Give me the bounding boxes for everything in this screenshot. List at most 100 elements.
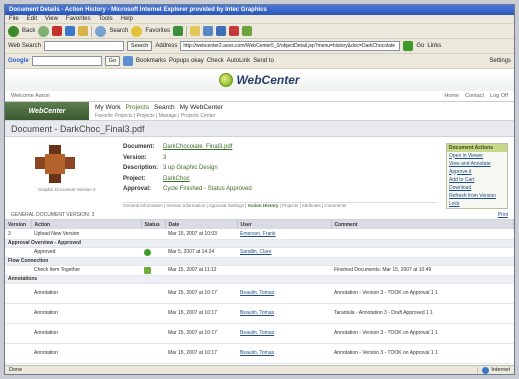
menu-tools[interactable]: Tools [99, 16, 113, 22]
user-link[interactable]: Beaulin, Tomas [240, 330, 274, 336]
history-caption: GENERAL DOCUMENT VERSION: 3 [11, 211, 95, 218]
user-link[interactable]: Beaulin, Tomas [240, 310, 274, 316]
breadcrumb[interactable]: Favorite Projects | Projects | Manage | … [95, 113, 508, 119]
standard-toolbar: Back Search Favorites [5, 24, 514, 39]
action-lock[interactable]: Lock [447, 200, 507, 208]
action-add-to-cart[interactable]: Add to Cart [447, 176, 507, 184]
links-label[interactable]: Links [427, 43, 441, 49]
action-view-annotate[interactable]: View and Annotate [447, 160, 507, 168]
menu-view[interactable]: View [45, 16, 58, 22]
status-text: Done [9, 367, 23, 373]
nav-projects[interactable]: Projects [126, 104, 149, 111]
google-search-button[interactable]: Go [104, 56, 121, 66]
back-icon[interactable] [8, 25, 19, 37]
prop-approval: Approval: Cycle Finished - Status Approve… [123, 186, 252, 193]
back-label[interactable]: Back [22, 28, 35, 34]
research-icon[interactable] [242, 26, 253, 36]
settings-button[interactable]: Settings [489, 58, 511, 64]
sendto-button[interactable]: Send to [253, 58, 274, 64]
menu-file[interactable]: File [9, 16, 19, 22]
go-label[interactable]: Go [416, 43, 424, 49]
history-print-link[interactable]: Print [498, 212, 508, 218]
contact-link[interactable]: Contact [465, 93, 484, 99]
user-link[interactable]: Beaulin, Tomas [240, 350, 274, 356]
logoff-link[interactable]: Log Off [490, 93, 508, 99]
action-refresh-version[interactable]: Refresh from Version [447, 192, 507, 200]
tab-general[interactable]: General Information [123, 203, 163, 208]
menu-help[interactable]: Help [121, 16, 133, 22]
menu-bar: File Edit View Favorites Tools Help [5, 15, 514, 24]
mail-icon[interactable] [190, 26, 201, 36]
app-navigation: WebCenter My Work Projects Search My Web… [5, 101, 514, 120]
nav-my-webcenter[interactable]: My WebCenter [180, 104, 223, 111]
refresh-icon[interactable] [65, 26, 76, 36]
user-link[interactable]: Emerson, Frank [240, 231, 276, 237]
favorites-star-icon[interactable] [131, 25, 143, 37]
google-search-input[interactable] [31, 56, 102, 66]
col-action[interactable]: Action [31, 220, 142, 229]
stop-icon[interactable] [52, 26, 63, 36]
webcenter-logo-icon [219, 73, 234, 87]
toolbar-separator [91, 25, 93, 37]
home-icon[interactable] [78, 26, 89, 36]
document-actions-panel: Document Actions Open in Viewer View and… [446, 143, 508, 209]
web-search-input[interactable] [43, 41, 124, 51]
document-properties: Document: DarkChocolate_Final3.pdf Versio… [123, 142, 313, 195]
app-tab[interactable]: WebCenter [5, 102, 89, 120]
bookmarks-button[interactable]: Bookmarks [136, 58, 166, 64]
search-label[interactable]: Search [109, 28, 128, 34]
tab-attributes[interactable]: Attributes [302, 203, 321, 208]
home-link[interactable]: Home [444, 93, 459, 99]
address-toolbar: Web Search Search Address http://webcent… [5, 39, 514, 54]
forward-icon[interactable] [38, 25, 50, 37]
table-group-row: Flow Connection [5, 257, 514, 266]
print-icon[interactable] [203, 26, 214, 36]
tab-version[interactable]: Version Information [166, 203, 205, 208]
action-download[interactable]: Download [447, 184, 507, 192]
actions-header: Document Actions [447, 144, 507, 152]
autolink-button[interactable]: AutoLink [227, 58, 250, 64]
favorites-label[interactable]: Favorites [145, 28, 170, 34]
google-options-icon[interactable] [123, 56, 134, 66]
history-icon[interactable] [173, 26, 184, 36]
table-row: Check Item Together Mar 15, 2007 at 11:1… [5, 265, 514, 276]
tab-projects[interactable]: Projects [282, 203, 298, 208]
messenger-icon[interactable] [229, 26, 240, 36]
document-thumbnail[interactable] [35, 145, 75, 183]
menu-favorites[interactable]: Favorites [66, 16, 91, 22]
security-zone: Internet [491, 367, 510, 373]
prop-version: Version: 3 [123, 154, 167, 161]
nav-search[interactable]: Search [154, 104, 175, 111]
go-icon[interactable] [403, 41, 414, 51]
action-history-table: Version Action Status Date User Comment … [5, 220, 514, 364]
nav-my-work[interactable]: My Work [95, 104, 121, 111]
web-search-label: Web Search [8, 43, 41, 49]
table-row: Annotation Mar 15, 2007 at 10:17 Beaulin… [5, 323, 514, 344]
action-approve[interactable]: Approve it [447, 168, 507, 176]
col-status[interactable]: Status [141, 220, 166, 229]
action-open-viewer[interactable]: Open in Viewer [447, 152, 507, 160]
web-search-button[interactable]: Search [126, 41, 153, 51]
address-field[interactable]: http://webcenter2.aces.com/WebCenter5_0/… [180, 41, 401, 51]
tab-approval[interactable]: Approval Settings [209, 203, 244, 208]
document-detail: Graphic Document Version 3 Document: Dark… [5, 137, 514, 210]
status-bar: Done Internet [5, 365, 514, 374]
popups-button[interactable]: Popups okay [169, 58, 204, 64]
col-user[interactable]: User [237, 220, 332, 229]
edit-icon[interactable] [216, 26, 227, 36]
web-page: WebCenter Welcome Aaron Home Contact Log… [5, 69, 514, 365]
col-comment[interactable]: Comment [331, 220, 514, 229]
table-group-row: Approval Overview - Approved [5, 239, 514, 248]
menu-edit[interactable]: Edit [27, 16, 37, 22]
col-date[interactable]: Date [165, 220, 238, 229]
tab-comments[interactable]: Comments [324, 203, 346, 208]
user-link[interactable]: Beaulin, Tomas [240, 290, 274, 296]
browser-window: Document Details - Action History - Micr… [4, 4, 515, 375]
col-version[interactable]: Version [5, 220, 32, 229]
search-icon[interactable] [95, 25, 107, 37]
brand-name: WebCenter [236, 73, 300, 87]
tab-action-history[interactable]: Action History [248, 203, 279, 208]
user-link[interactable]: Sandlin, Clare [240, 249, 271, 255]
check-button[interactable]: Check [207, 58, 224, 64]
history-caption-row: GENERAL DOCUMENT VERSION: 3 Print [5, 210, 514, 220]
